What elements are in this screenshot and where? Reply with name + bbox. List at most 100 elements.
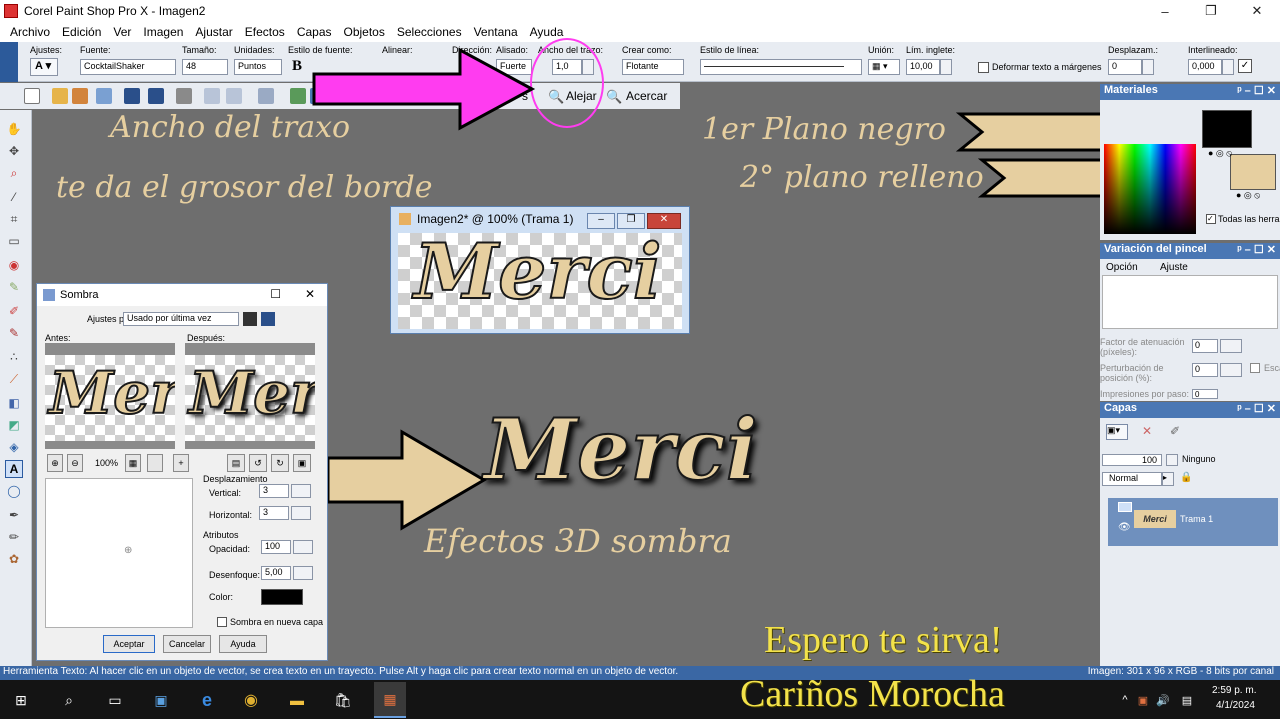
- menu-efectos[interactable]: Efectos: [245, 25, 285, 39]
- zoom-in-button[interactable]: Acercar: [626, 89, 667, 103]
- fade-spinner[interactable]: [1220, 339, 1242, 353]
- shape-tool-icon[interactable]: ◯: [5, 482, 23, 500]
- fit-window-icon[interactable]: [258, 88, 274, 104]
- menu-capas[interactable]: Capas: [297, 25, 332, 39]
- toolbar-grip[interactable]: [0, 42, 18, 82]
- minimize-button[interactable]: –: [1142, 0, 1188, 22]
- layer-row[interactable]: Merci 👁 Trama 1: [1108, 498, 1278, 546]
- edge-icon[interactable]: e: [196, 689, 218, 711]
- layer-mask-select[interactable]: Ninguno: [1182, 454, 1216, 464]
- brush-panel-controls[interactable]: ᵖ – ☐ ✕: [1237, 243, 1276, 256]
- tray-app-icon[interactable]: ▣: [1132, 689, 1154, 711]
- menu-ventana[interactable]: Ventana: [474, 25, 518, 39]
- opacity-spinner[interactable]: [293, 540, 313, 554]
- all-tools-checkbox[interactable]: ✓: [1206, 214, 1216, 224]
- background-options-icons[interactable]: ● ◎ ⦸: [1236, 190, 1260, 201]
- ok-button[interactable]: Aceptar: [103, 635, 155, 653]
- menu-ver[interactable]: Ver: [113, 25, 131, 39]
- redo-icon[interactable]: [226, 88, 242, 104]
- help-button[interactable]: Ayuda: [219, 635, 267, 653]
- auto-proof-icon[interactable]: ▤: [227, 454, 245, 472]
- apply-checkmark-button[interactable]: ✓: [1238, 59, 1252, 73]
- layers-panel-controls[interactable]: ᵖ – ☐ ✕: [1237, 402, 1276, 415]
- store-icon[interactable]: 🛍: [332, 689, 354, 711]
- join-select[interactable]: ▦ ▾: [868, 59, 900, 75]
- save-preset-icon[interactable]: [261, 312, 275, 326]
- dialog-close-button[interactable]: ✕: [305, 287, 315, 301]
- layer-opacity-spinner[interactable]: [1166, 454, 1178, 466]
- jitter-spinner[interactable]: [1220, 363, 1242, 377]
- app-icon-blue[interactable]: ▣: [150, 689, 172, 711]
- zoom-tool-icon[interactable]: ⌕: [5, 164, 23, 182]
- pan-tool-icon[interactable]: ✋: [5, 120, 23, 138]
- miter-spinner[interactable]: [940, 59, 952, 75]
- dialog-titlebar[interactable]: Sombra ☐ ✕: [37, 284, 327, 306]
- line-style-select[interactable]: [700, 59, 862, 75]
- offset-spinner[interactable]: [1142, 59, 1154, 75]
- units-select[interactable]: Puntos: [234, 59, 282, 75]
- undo-icon[interactable]: [204, 88, 220, 104]
- cancel-button[interactable]: Cancelar: [163, 635, 211, 653]
- image-restore-button[interactable]: ❐: [617, 213, 645, 229]
- offset-input[interactable]: 0: [1108, 59, 1142, 75]
- direction-crosshair-icon[interactable]: ⊕: [124, 545, 132, 556]
- scale-checkbox[interactable]: [1250, 363, 1260, 373]
- clone-tool-icon[interactable]: ✐: [5, 302, 23, 320]
- image-minimize-button[interactable]: –: [587, 213, 615, 229]
- zoom-in-icon[interactable]: 🔍: [606, 89, 622, 105]
- new-layer-icon[interactable]: ▣▾: [1106, 424, 1128, 440]
- preview-zoom-out-icon[interactable]: ⊖: [67, 454, 83, 472]
- print-icon[interactable]: [176, 88, 192, 104]
- windows-start-icon[interactable]: ⊞: [10, 689, 32, 711]
- picture-tube-icon[interactable]: ✿: [5, 550, 23, 568]
- edit-layer-icon[interactable]: ✐: [1170, 424, 1180, 438]
- help-dialog-icon[interactable]: ▣: [293, 454, 311, 472]
- horizontal-input[interactable]: 3: [259, 506, 289, 520]
- new-file-icon[interactable]: [24, 88, 40, 104]
- vertical-input[interactable]: 3: [259, 484, 289, 498]
- dialog-presets-select[interactable]: Usado por última vez: [123, 312, 239, 326]
- clock-date[interactable]: 4/1/2024: [1216, 700, 1255, 711]
- notification-icon[interactable]: ▤: [1176, 689, 1198, 711]
- blend-mode-select[interactable]: Normal: [1102, 472, 1162, 486]
- materials-panel-controls[interactable]: ᵖ – ☐ ✕: [1237, 84, 1276, 97]
- clock-time[interactable]: 2:59 p. m.: [1212, 685, 1256, 696]
- background-eraser-icon[interactable]: ◩: [5, 416, 23, 434]
- image-close-button[interactable]: ✕: [647, 213, 681, 229]
- brush-variation-header[interactable]: Variación del pincel ᵖ – ☐ ✕: [1100, 243, 1280, 259]
- dropper-tool-icon[interactable]: ⁄: [5, 188, 23, 206]
- menu-ajustar[interactable]: Ajustar: [195, 25, 232, 39]
- foreground-color-swatch[interactable]: [1202, 110, 1252, 148]
- menu-ayuda[interactable]: Ayuda: [530, 25, 564, 39]
- save-as-icon[interactable]: [148, 88, 164, 104]
- volume-icon[interactable]: 🔊: [1152, 689, 1174, 711]
- layer-visibility-icon[interactable]: 👁: [1118, 522, 1131, 533]
- leading-spinner[interactable]: [1222, 59, 1234, 75]
- menu-selecciones[interactable]: Selecciones: [397, 25, 462, 39]
- randomize-icon[interactable]: ↻: [271, 454, 289, 472]
- text-tool-icon[interactable]: A: [5, 460, 23, 478]
- reset-icon[interactable]: ↺: [249, 454, 267, 472]
- variation-list[interactable]: [1102, 275, 1278, 329]
- blur-input[interactable]: 5,00: [261, 566, 291, 580]
- direction-pad[interactable]: ⊕: [45, 478, 193, 628]
- new-layer-checkbox[interactable]: [217, 617, 227, 627]
- menu-imagen[interactable]: Imagen: [143, 25, 183, 39]
- after-preview[interactable]: Mer: [185, 343, 315, 449]
- materials-panel-header[interactable]: Materiales ᵖ – ☐ ✕: [1100, 84, 1280, 100]
- blend-mode-dropdown[interactable]: ▸: [1162, 472, 1174, 486]
- horizontal-spinner[interactable]: [291, 506, 311, 520]
- per-step-input[interactable]: 0: [1192, 389, 1218, 399]
- preview-navigate-icon[interactable]: +: [173, 454, 189, 472]
- task-view-icon[interactable]: ▭: [104, 689, 126, 711]
- image-window[interactable]: Imagen2* @ 100% (Trama 1) – ❐ ✕ Merci: [390, 206, 690, 334]
- menu-archivo[interactable]: Archivo: [10, 25, 50, 39]
- search-icon[interactable]: ⌕: [58, 689, 80, 711]
- foreground-options-icons[interactable]: ● ◎ ⦸: [1208, 148, 1232, 159]
- preview-proof-icon[interactable]: [147, 454, 163, 472]
- leading-input[interactable]: 0,000: [1188, 59, 1222, 75]
- opacity-input[interactable]: 100: [261, 540, 291, 554]
- layer-opacity-input[interactable]: 100: [1102, 454, 1162, 466]
- smudge-tool-icon[interactable]: ⟋: [5, 370, 23, 388]
- shadow-color-swatch[interactable]: [261, 589, 303, 605]
